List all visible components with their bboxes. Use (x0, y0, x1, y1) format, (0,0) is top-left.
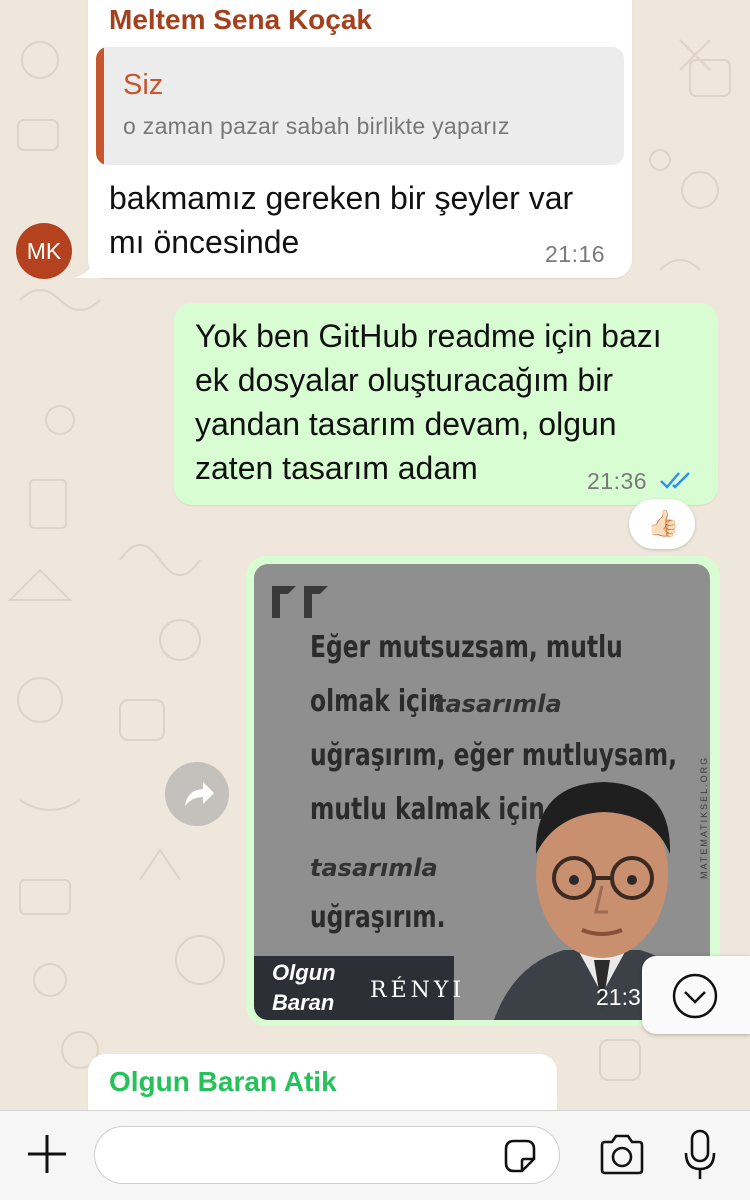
camera-button[interactable] (598, 1133, 646, 1177)
message-text: bakmamız gereken bir şeyler var mı önces… (109, 180, 574, 260)
read-receipt-icon (660, 472, 690, 489)
reply-text: o zaman pazar sabah birlikte yaparız (123, 113, 510, 139)
quote-line: uğraşırım. (310, 900, 446, 935)
composer-bar (0, 1110, 750, 1200)
sender-name[interactable]: Meltem Sena Koçak (109, 4, 372, 36)
message-input[interactable] (94, 1126, 560, 1184)
reply-author: Siz (123, 69, 164, 101)
quote-image[interactable]: Eğer mutsuzsam, mutlu olmak için tasarım… (254, 564, 710, 1020)
message-time: 21:3 (596, 984, 641, 1010)
message-text: Yok ben GitHub readme için bazı ek dosya… (195, 318, 662, 486)
microphone-icon (684, 1129, 716, 1179)
plus-icon (28, 1135, 66, 1173)
chevron-down-icon (672, 973, 718, 1019)
camera-icon (600, 1134, 644, 1175)
author-name: RÉNYI (370, 978, 466, 1003)
bubble-tail (74, 258, 104, 278)
message-time: 21:36 (587, 468, 648, 494)
quote-line: Eğer mutsuzsam, mutlu (310, 630, 623, 665)
reply-accent-bar (96, 47, 104, 165)
sender-name[interactable]: Olgun Baran Atik (109, 1066, 337, 1098)
sticker-icon (504, 1139, 536, 1173)
avatar[interactable]: MK (16, 223, 72, 279)
reaction-badge[interactable]: 👍🏻 (629, 499, 695, 549)
message-time: 21:16 (545, 241, 606, 267)
quote-italic-word: tasarımla (434, 690, 562, 718)
voice-button[interactable] (682, 1129, 718, 1181)
quote-line: uğraşırım, eğer mutluysam, (310, 738, 678, 773)
quote-italic-word: tasarımla (310, 854, 438, 882)
author-credit: Olgun Baran RÉNYI (254, 956, 461, 1020)
quote-line: olmak için (310, 684, 445, 719)
forward-icon (185, 782, 214, 806)
sticker-button[interactable] (500, 1137, 540, 1177)
reply-quote[interactable]: Siz o zaman pazar sabah birlikte yaparız (96, 47, 624, 165)
quote-mark-icon (272, 586, 328, 618)
thumbs-up-icon: 👍🏻 (647, 508, 680, 538)
scroll-to-bottom-button[interactable] (642, 956, 750, 1034)
attach-button[interactable] (24, 1131, 70, 1177)
forward-button[interactable] (165, 762, 229, 826)
